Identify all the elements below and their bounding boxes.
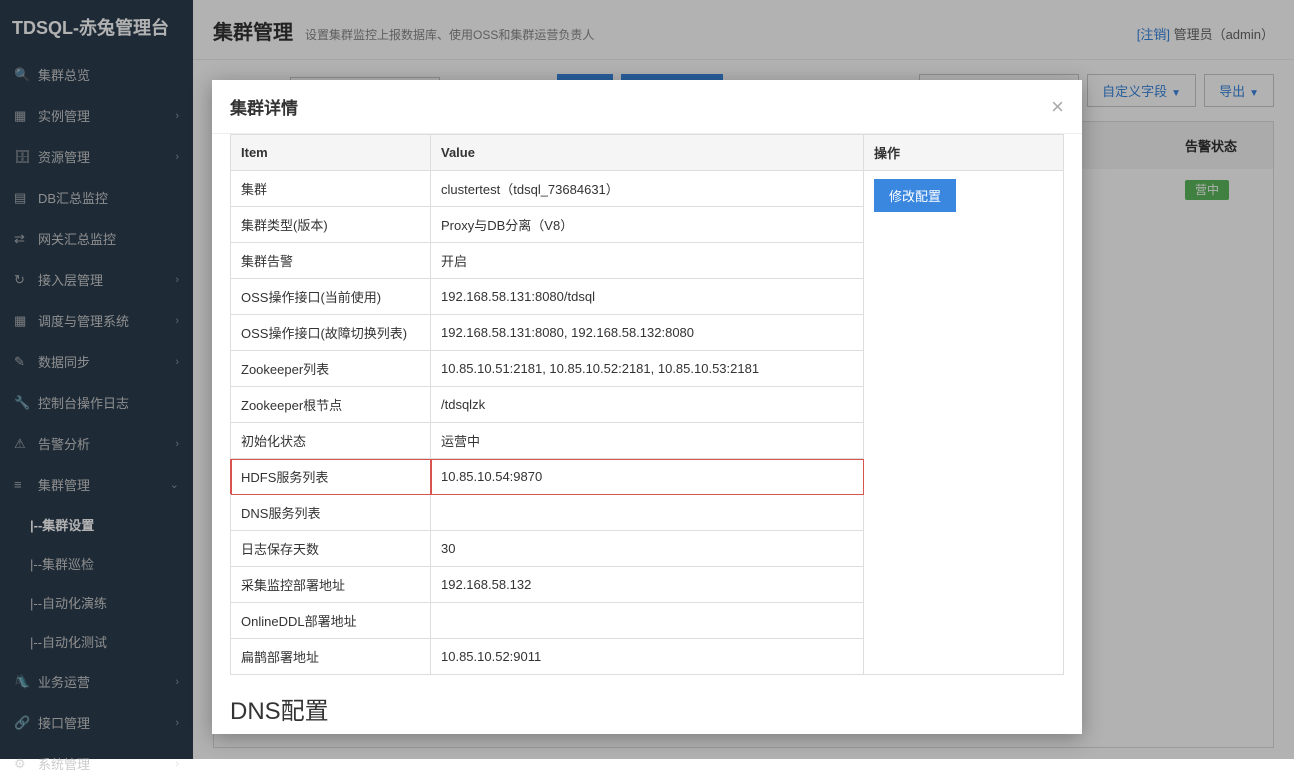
detail-action: 修改配置 <box>864 171 1064 675</box>
detail-value <box>431 603 864 639</box>
detail-item: HDFS服务列表 <box>231 459 431 495</box>
th-action: 操作 <box>864 135 1064 171</box>
detail-item: 集群告警 <box>231 243 431 279</box>
dns-section-title: DNS配置 <box>230 691 1064 726</box>
detail-value: /tdsqlzk <box>431 387 864 423</box>
modify-config-button[interactable]: 修改配置 <box>874 179 956 212</box>
detail-item: Zookeeper列表 <box>231 351 431 387</box>
detail-item: 初始化状态 <box>231 423 431 459</box>
table-row: 集群clustertest（tdsql_73684631）修改配置 <box>231 171 1064 207</box>
th-value: Value <box>431 135 864 171</box>
detail-item: OnlineDDL部署地址 <box>231 603 431 639</box>
close-icon[interactable]: × <box>1051 96 1064 118</box>
modal-header: 集群详情 × <box>212 80 1082 134</box>
detail-table: Item Value 操作 集群clustertest（tdsql_736846… <box>230 134 1064 675</box>
detail-value: 开启 <box>431 243 864 279</box>
detail-value: 运营中 <box>431 423 864 459</box>
detail-value: 10.85.10.54:9870 <box>431 459 864 495</box>
detail-value: 192.168.58.131:8080, 192.168.58.132:8080 <box>431 315 864 351</box>
detail-item: Zookeeper根节点 <box>231 387 431 423</box>
detail-item: DNS服务列表 <box>231 495 431 531</box>
detail-value: 10.85.10.51:2181, 10.85.10.52:2181, 10.8… <box>431 351 864 387</box>
detail-item: 集群类型(版本) <box>231 207 431 243</box>
detail-item: OSS操作接口(故障切换列表) <box>231 315 431 351</box>
detail-item: 集群 <box>231 171 431 207</box>
detail-value: 30 <box>431 531 864 567</box>
detail-value: clustertest（tdsql_73684631） <box>431 171 864 207</box>
detail-item: OSS操作接口(当前使用) <box>231 279 431 315</box>
chevron-right-icon: › <box>175 758 179 770</box>
cluster-detail-modal: 集群详情 × Item Value 操作 集群clustertest（tdsql… <box>212 80 1082 734</box>
detail-value: 192.168.58.131:8080/tdsql <box>431 279 864 315</box>
detail-value: 192.168.58.132 <box>431 567 864 603</box>
detail-item: 日志保存天数 <box>231 531 431 567</box>
detail-value: Proxy与DB分离（V8） <box>431 207 864 243</box>
detail-item: 采集监控部署地址 <box>231 567 431 603</box>
detail-item: 扁鹊部署地址 <box>231 639 431 675</box>
detail-value: 10.85.10.52:9011 <box>431 639 864 675</box>
modal-title: 集群详情 <box>230 94 298 119</box>
modal-body: Item Value 操作 集群clustertest（tdsql_736846… <box>212 134 1082 734</box>
modal-overlay: 集群详情 × Item Value 操作 集群clustertest（tdsql… <box>0 0 1294 759</box>
detail-value <box>431 495 864 531</box>
th-item: Item <box>231 135 431 171</box>
